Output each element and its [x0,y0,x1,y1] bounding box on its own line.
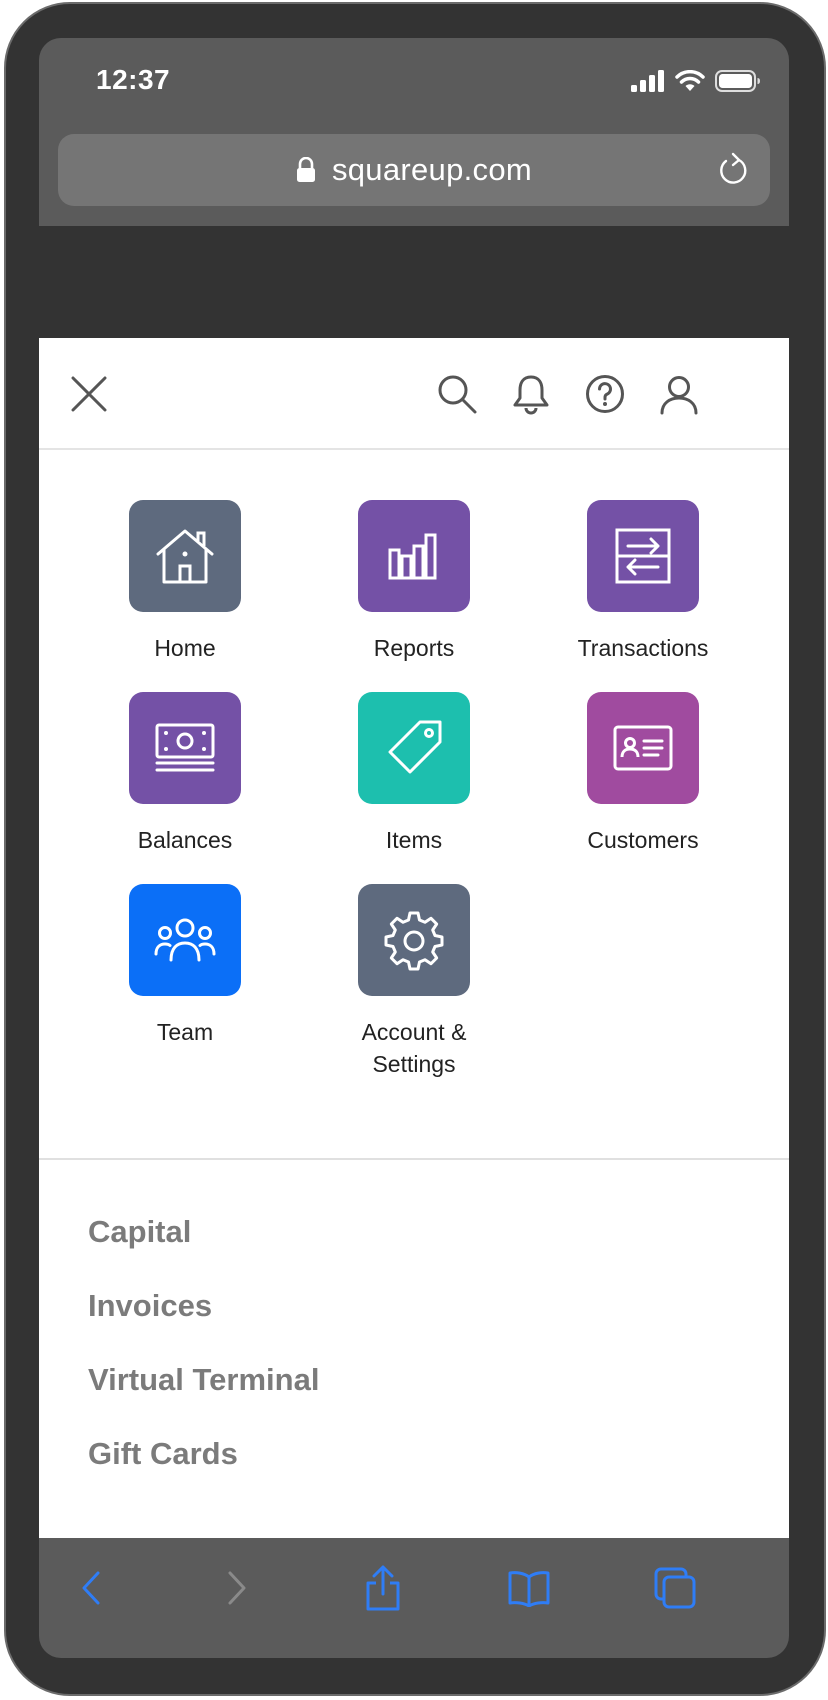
settings-tile-icon [358,884,470,996]
link-capital[interactable]: Capital [88,1214,191,1250]
browser-top-bar: 12:37 squareup.com [39,38,789,226]
back-icon [82,1571,100,1605]
link-gift-cards[interactable]: Gift Cards [88,1436,238,1472]
url-text: squareup.com [331,152,533,187]
close-button[interactable] [61,366,117,422]
phone-screen: 12:37 squareup.com Home Reports Transact… [39,38,789,1658]
tabs-button[interactable] [645,1558,705,1618]
profile-button[interactable] [651,366,707,422]
customers-tile-icon [587,692,699,804]
menu-header [39,338,789,450]
bar-chart-icon [388,533,437,580]
browser-page-gap [39,226,789,338]
status-icons [631,70,761,92]
share-icon [366,1565,400,1611]
app-tile-home[interactable]: Home [80,500,290,664]
balances-tile-icon [129,692,241,804]
team-icon [154,918,216,962]
wifi-icon [675,70,705,91]
transfer-icon [615,528,671,584]
close-icon [71,376,107,412]
browser-bottom-toolbar [39,1538,789,1658]
house-icon [156,529,214,584]
search-button[interactable] [429,366,485,422]
tabs-icon [654,1567,696,1609]
team-tile-icon [129,884,241,996]
search-icon [438,375,477,414]
app-tile-reports[interactable]: Reports [309,500,519,664]
items-tile-icon [358,692,470,804]
app-label-team: Team [156,1019,214,1045]
app-label-transactions: Transactions [577,635,709,661]
address-bar-content: squareup.com [58,134,770,206]
app-tile-balances[interactable]: Balances [80,692,290,856]
transactions-tile-icon [587,500,699,612]
phone-device: 12:37 squareup.com Home Reports Transact… [0,0,828,1700]
app-tile-team[interactable]: Team [80,884,290,1048]
help-button[interactable] [577,366,633,422]
forward-icon [228,1571,246,1605]
back-button[interactable] [61,1558,121,1618]
app-label-account-settings: Account & Settings [361,1019,467,1077]
notifications-button[interactable] [503,366,559,422]
app-tile-customers[interactable]: Customers [538,692,748,856]
forward-button[interactable] [207,1558,267,1618]
reload-icon[interactable] [716,151,752,189]
web-page: Home Reports Transactions Balances Items… [39,338,789,1538]
cellular-signal-icon [631,70,664,92]
app-label-reports: Reports [373,635,455,661]
profile-icon [660,376,698,415]
bookmarks-button[interactable] [499,1558,559,1618]
lock-icon [296,157,315,182]
cash-icon [155,723,215,772]
home-tile-icon [129,500,241,612]
app-tile-items[interactable]: Items [309,692,519,856]
app-label-balances: Balances [137,827,233,853]
status-time: 12:37 [96,64,171,95]
link-invoices[interactable]: Invoices [88,1288,212,1324]
help-icon [586,375,624,413]
share-button[interactable] [353,1558,413,1618]
address-bar[interactable]: squareup.com [58,134,770,206]
gear-icon [384,911,444,971]
app-label-items: Items [385,827,443,853]
reports-tile-icon [358,500,470,612]
battery-icon [715,70,760,92]
app-tile-transactions[interactable]: Transactions [538,500,748,664]
app-label-customers: Customers [587,827,699,853]
tag-icon [388,720,442,774]
link-virtual-terminal[interactable]: Virtual Terminal [88,1362,319,1398]
app-grid: Home Reports Transactions Balances Items… [39,450,789,1160]
bell-icon [513,375,549,415]
app-tile-account-settings[interactable]: Account & Settings [309,884,519,1080]
contact-card-icon [613,725,673,771]
app-label-home: Home [154,635,216,661]
bookmarks-icon [508,1571,550,1607]
